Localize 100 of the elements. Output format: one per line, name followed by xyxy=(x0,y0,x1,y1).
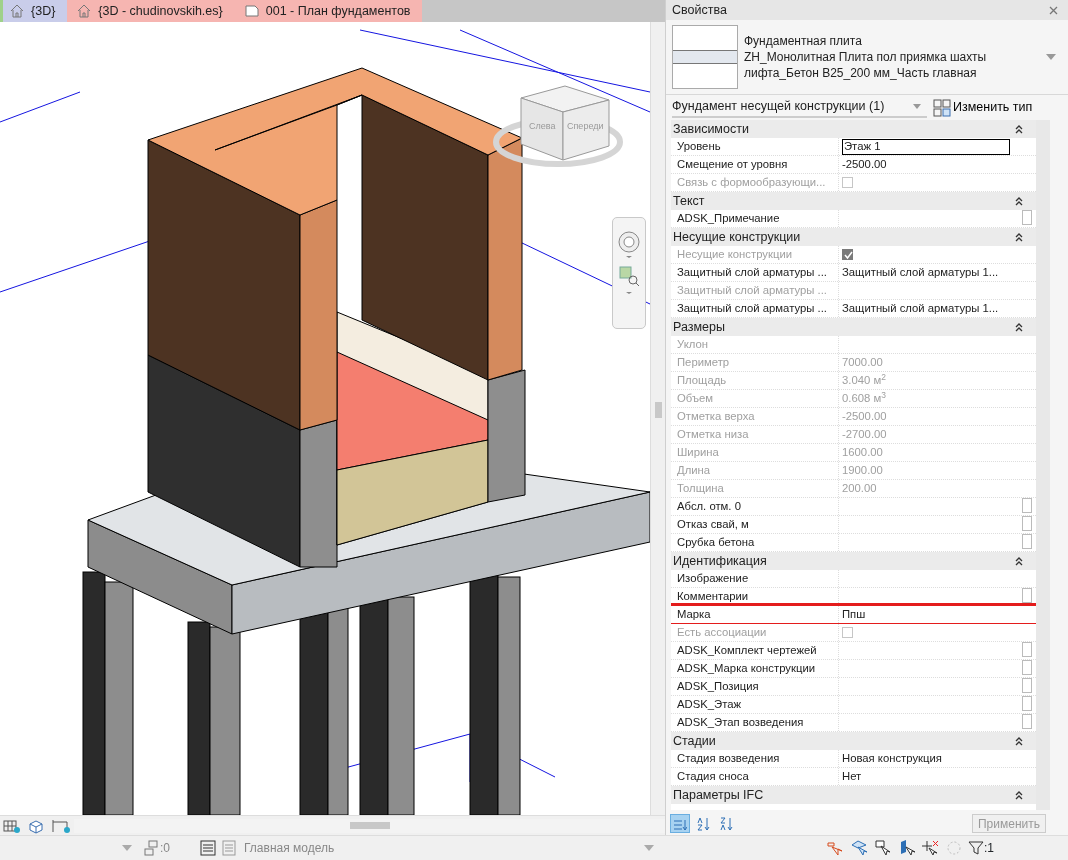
group-header[interactable]: Зависимости xyxy=(671,120,1036,138)
property-label: Срубка бетона xyxy=(671,534,839,551)
instance-filter-dropdown[interactable]: Фундамент несущей конструкции (1) xyxy=(672,97,927,118)
property-input-field[interactable]: Этаж 1 xyxy=(842,138,1010,155)
group-header[interactable]: Стадии xyxy=(671,732,1036,750)
categorize-icon xyxy=(673,817,687,832)
select-pointer-icon[interactable] xyxy=(898,839,916,857)
link-icon[interactable] xyxy=(826,839,844,857)
side-button[interactable] xyxy=(1022,534,1032,549)
property-label: Толщина xyxy=(671,480,839,497)
property-label: Отметка низа xyxy=(671,426,839,443)
filter-count: :1 xyxy=(984,840,995,857)
edit-type-button[interactable]: Изменить тип xyxy=(951,98,1035,117)
property-value: 7000.00 xyxy=(842,355,883,370)
property-label: Площадь xyxy=(671,372,839,389)
document-tab[interactable]: 001 - План фундаментов xyxy=(234,0,423,22)
document-tab[interactable]: {3D - chudinovskih.es} xyxy=(67,0,235,22)
edit-type-icon xyxy=(933,98,951,117)
group-header[interactable]: Текст xyxy=(671,192,1036,210)
sort-descending-icon xyxy=(719,817,733,832)
property-label: Стадия сноса xyxy=(671,768,839,785)
property-row[interactable]: Стадия сноса Нет xyxy=(671,768,1036,786)
categorize-button[interactable] xyxy=(670,814,690,833)
property-row[interactable]: Защитный слой арматуры ... Защитный слой арматуры 1... xyxy=(671,300,1036,318)
property-row[interactable]: ADSK_Комплект чертежей xyxy=(671,642,1036,660)
property-row[interactable]: ADSK_Позиция xyxy=(671,678,1036,696)
property-label: Защитный слой арматуры ... xyxy=(671,300,839,317)
property-label: ADSK_Примечание xyxy=(671,210,839,227)
property-row[interactable]: ADSK_Марка конструкции xyxy=(671,660,1036,678)
property-value: Нет xyxy=(842,769,862,784)
side-button[interactable] xyxy=(1022,498,1032,513)
filter-icon[interactable] xyxy=(968,840,984,856)
worksets-icon[interactable] xyxy=(144,840,160,856)
side-button[interactable] xyxy=(1022,210,1032,225)
property-row[interactable]: Отказ свай, м xyxy=(671,516,1036,534)
property-value: Защитный слой арматуры 1... xyxy=(842,265,999,280)
property-row[interactable]: Уровень Этаж 1 xyxy=(671,138,1036,156)
loading-icon[interactable] xyxy=(946,840,962,856)
property-value: 3.040 м$^{2}$ xyxy=(842,372,886,388)
property-value: 200.00 xyxy=(842,481,877,496)
side-button[interactable] xyxy=(1022,588,1032,603)
steering-wheel-icon[interactable] xyxy=(617,230,641,258)
select-pointer-icon[interactable] xyxy=(850,839,868,857)
crop-region-icon[interactable] xyxy=(51,817,71,834)
vertical-scrollbar[interactable] xyxy=(650,22,665,815)
property-row[interactable]: Изображение xyxy=(671,570,1036,588)
group-header[interactable]: Параметры IFC xyxy=(671,786,1036,804)
document-tab[interactable]: {3D} xyxy=(0,0,68,22)
side-button[interactable] xyxy=(1022,696,1032,711)
property-row[interactable]: Абсл. отм. 0 xyxy=(671,498,1036,516)
property-label: Смещение от уровня xyxy=(671,156,839,173)
property-label: Уклон xyxy=(671,336,839,353)
side-button[interactable] xyxy=(1022,516,1032,531)
property-label: Связь с формообразующи... xyxy=(671,174,839,191)
worksets-count: :0 xyxy=(160,840,170,857)
side-button[interactable] xyxy=(1022,714,1032,729)
property-row[interactable]: Защитный слой арматуры ... Защитный слой арматуры 1... xyxy=(671,264,1036,282)
property-label: Изображение xyxy=(671,570,839,587)
house-icon xyxy=(9,3,25,19)
caret-icon[interactable] xyxy=(122,845,132,851)
property-value: -2500.00 xyxy=(842,157,887,172)
sheet-icon xyxy=(243,3,260,19)
property-label: Стадия возведения xyxy=(671,750,839,767)
property-row[interactable]: ADSK_Этап возведения xyxy=(671,714,1036,732)
type-name-line: Фундаментная плита xyxy=(744,33,863,49)
property-label: Отметка верха xyxy=(671,408,839,425)
side-button[interactable] xyxy=(1022,678,1032,693)
property-row[interactable]: Срубка бетона xyxy=(671,534,1036,552)
group-header[interactable]: Идентификация xyxy=(671,552,1036,570)
property-row[interactable]: Смещение от уровня -2500.00 xyxy=(671,156,1036,174)
property-value: Защитный слой арматуры 1... xyxy=(842,301,999,316)
panel-title: Свойства xyxy=(672,1,727,19)
property-row[interactable]: ADSK_Этаж xyxy=(671,696,1036,714)
property-value: Ппш xyxy=(842,607,866,622)
property-label: Ширина xyxy=(671,444,839,461)
property-value: 1600.00 xyxy=(842,445,883,460)
property-row[interactable]: ADSK_Примечание xyxy=(671,210,1036,228)
type-name-line: ZH_Монолитная Плита пол приямка шахты xyxy=(744,49,988,65)
grid-icon[interactable] xyxy=(3,817,21,834)
house-icon xyxy=(76,3,93,19)
group-header[interactable]: Размеры xyxy=(671,318,1036,336)
property-value: -2500.00 xyxy=(842,409,887,424)
caret-icon xyxy=(644,845,654,851)
list-icon[interactable] xyxy=(200,840,216,856)
property-label: Отказ свай, м xyxy=(671,516,839,533)
property-label: Защитный слой арматуры ... xyxy=(671,264,839,281)
side-button[interactable] xyxy=(1022,660,1032,675)
property-label: Есть ассоциации xyxy=(671,624,839,641)
drag-pointer-icon[interactable] xyxy=(922,839,940,857)
vertical-scrollbar[interactable] xyxy=(1036,120,1050,810)
property-row[interactable]: Марка Ппш xyxy=(671,606,1036,624)
sort-ascending-icon xyxy=(696,817,710,832)
property-label: ADSK_Этап возведения xyxy=(671,714,839,731)
property-row[interactable]: Стадия возведения Новая конструкция xyxy=(671,750,1036,768)
select-pointer-icon[interactable] xyxy=(874,839,892,857)
side-button[interactable] xyxy=(1022,642,1032,657)
list-icon[interactable] xyxy=(222,840,238,856)
caret-icon xyxy=(913,104,921,109)
group-header[interactable]: Несущие конструкции xyxy=(671,228,1036,246)
property-label: Несущие конструкции xyxy=(671,246,839,263)
